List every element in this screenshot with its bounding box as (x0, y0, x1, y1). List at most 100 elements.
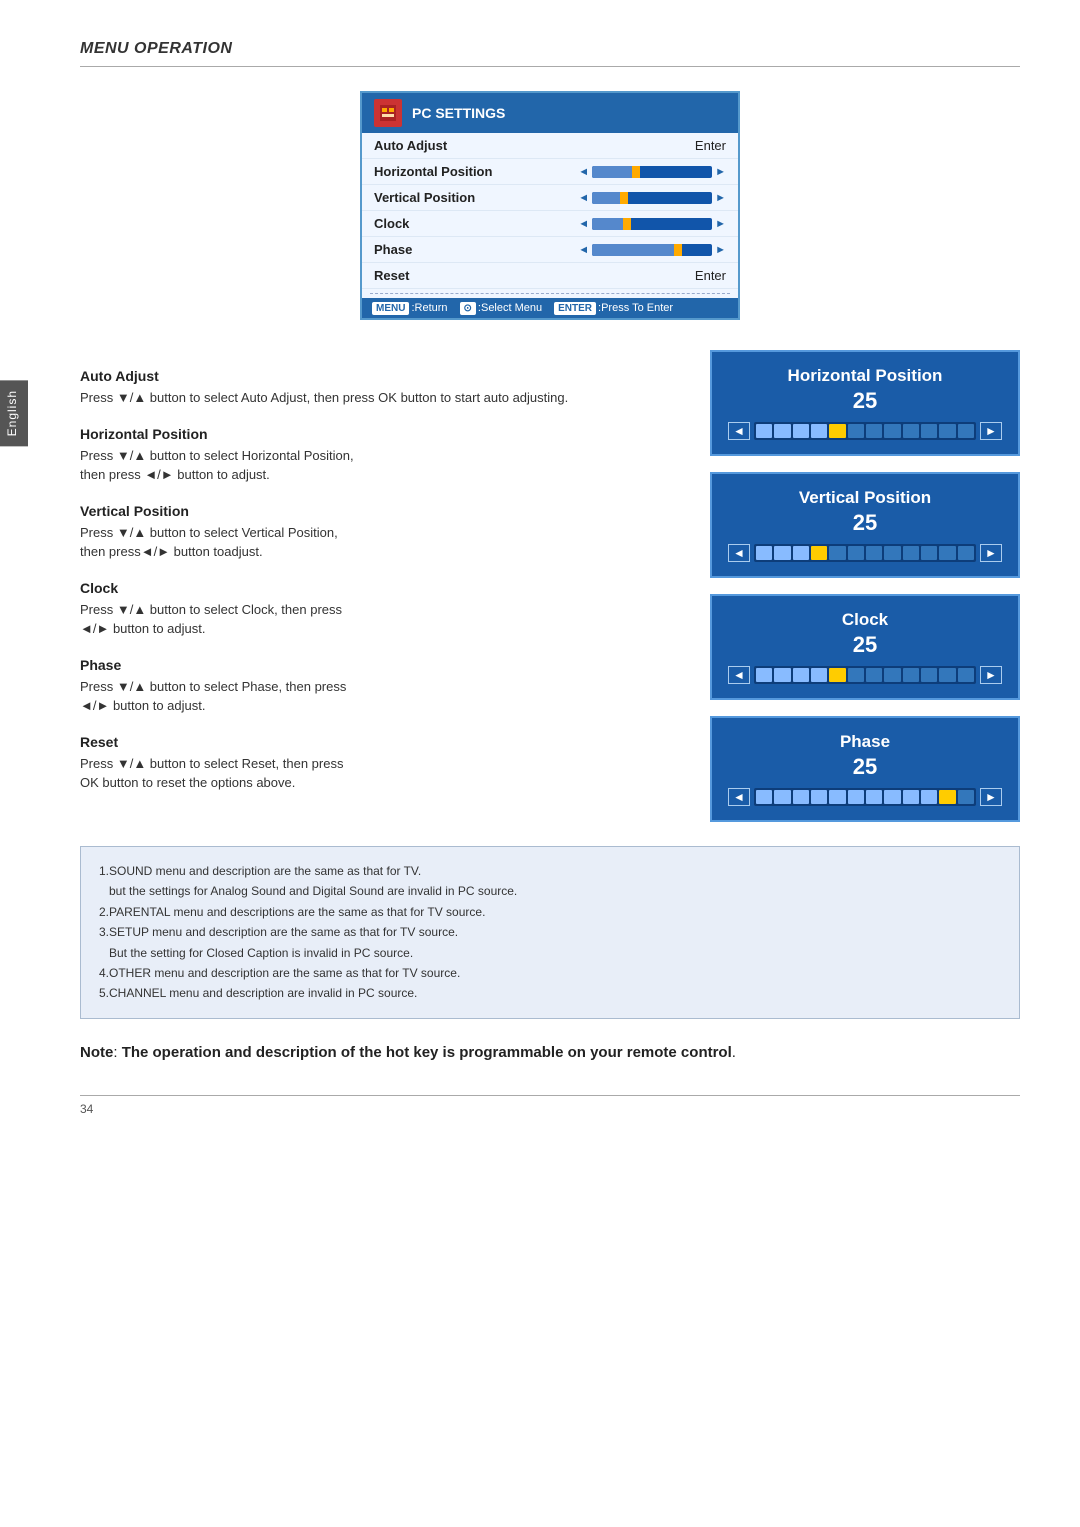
seg (921, 424, 937, 438)
seg (921, 668, 937, 682)
heading-phase: Phase (80, 657, 680, 673)
panel-slider-left-v[interactable]: ◄ (728, 544, 750, 562)
panel-vertical-title: Vertical Position (728, 488, 1002, 508)
seg (903, 424, 919, 438)
slider-fill-c (592, 218, 626, 230)
menu-row-label-phase: Phase (374, 242, 504, 257)
panel-vertical-slider: ◄ (728, 544, 1002, 562)
panel-horizontal-value: 25 (728, 388, 1002, 414)
menu-slider-vertical: ◄ ► (578, 192, 726, 204)
text-horizontal: Press ▼/▲ button to select Horizontal Po… (80, 446, 680, 485)
slider-right-arrow-v: ► (715, 192, 726, 204)
text-clock: Press ▼/▲ button to select Clock, then p… (80, 600, 680, 639)
bold-note-prefix: Note (80, 1044, 113, 1061)
seg (903, 668, 919, 682)
footer-select-key: ⊙:Select Menu (460, 302, 543, 314)
seg (884, 790, 900, 804)
seg (756, 546, 772, 560)
seg (884, 546, 900, 560)
text-vertical: Press ▼/▲ button to select Vertical Posi… (80, 523, 680, 562)
slider-left-arrow-v: ◄ (578, 192, 589, 204)
seg-thumb (939, 790, 955, 804)
content-right: Horizontal Position 25 ◄ (710, 350, 1020, 822)
heading-horizontal: Horizontal Position (80, 426, 680, 442)
note-2: 2.PARENTAL menu and descriptions are the… (99, 902, 1001, 922)
heading-reset: Reset (80, 734, 680, 750)
panel-slider-track-c (754, 666, 976, 684)
menu-row-label-horizontal: Horizontal Position (374, 164, 504, 179)
seg (958, 790, 974, 804)
slider-thumb-c (623, 218, 631, 230)
slider-thumb-v (620, 192, 628, 204)
panel-slider-left-c[interactable]: ◄ (728, 666, 750, 684)
menu-row-phase: Phase ◄ ► (362, 237, 738, 263)
slider-segments-p (754, 788, 976, 806)
heading-auto-adjust: Auto Adjust (80, 368, 680, 384)
panel-slider-left-p[interactable]: ◄ (728, 788, 750, 806)
seg (848, 668, 864, 682)
panel-clock-value: 25 (728, 632, 1002, 658)
page-title: MENU OPERATION (80, 40, 1020, 58)
seg (774, 668, 790, 682)
seg (866, 424, 882, 438)
notes-box: 1.SOUND menu and description are the sam… (80, 846, 1020, 1019)
panel-vertical-value: 25 (728, 510, 1002, 536)
seg (903, 546, 919, 560)
seg (793, 790, 809, 804)
seg (811, 790, 827, 804)
seg (811, 424, 827, 438)
pc-settings-footer: MENU:Return ⊙:Select Menu ENTER:Press To… (362, 298, 738, 318)
footer-enter-key: ENTER:Press To Enter (554, 302, 673, 314)
footer-menu-key: MENU:Return (372, 302, 448, 314)
menu-row-value-auto-adjust: Enter (695, 138, 726, 153)
panel-horizontal-title: Horizontal Position (728, 366, 1002, 386)
menu-row-auto-adjust: Auto Adjust Enter (362, 133, 738, 159)
slider-fill-v (592, 192, 622, 204)
slider-right-arrow: ► (715, 166, 726, 178)
slider-track-p (592, 244, 712, 256)
seg (958, 668, 974, 682)
seg (793, 668, 809, 682)
sidebar-language-label: English (0, 380, 28, 446)
panel-phase-slider: ◄ (728, 788, 1002, 806)
seg (756, 668, 772, 682)
panel-clock-slider: ◄ (728, 666, 1002, 684)
seg-thumb (811, 546, 827, 560)
slider-track (592, 166, 712, 178)
heading-vertical: Vertical Position (80, 503, 680, 519)
seg (939, 668, 955, 682)
note-1: 1.SOUND menu and description are the sam… (99, 861, 1001, 902)
panel-slider-left[interactable]: ◄ (728, 422, 750, 440)
panel-slider-right-v[interactable]: ► (980, 544, 1002, 562)
seg (958, 546, 974, 560)
bottom-divider (80, 1095, 1020, 1096)
seg (939, 546, 955, 560)
menu-slider-horizontal: ◄ ► (578, 166, 726, 178)
menu-icon (374, 99, 402, 127)
menu-row-label-auto-adjust: Auto Adjust (374, 138, 504, 153)
seg (866, 790, 882, 804)
slider-thumb (632, 166, 640, 178)
pc-settings-title: PC SETTINGS (412, 105, 505, 121)
panel-phase: Phase 25 ◄ (710, 716, 1020, 822)
panel-horizontal: Horizontal Position 25 ◄ (710, 350, 1020, 456)
slider-segments (754, 422, 976, 440)
panel-slider-right-c[interactable]: ► (980, 666, 1002, 684)
slider-right-arrow-c: ► (715, 218, 726, 230)
panel-slider-right-p[interactable]: ► (980, 788, 1002, 806)
slider-left-arrow-p: ◄ (578, 244, 589, 256)
pc-settings-menu-box: PC SETTINGS Auto Adjust Enter Horizontal… (360, 91, 740, 320)
slider-left-arrow-c: ◄ (578, 218, 589, 230)
panel-phase-title: Phase (728, 732, 1002, 752)
menu-row-vertical: Vertical Position ◄ ► (362, 185, 738, 211)
panel-clock-title: Clock (728, 610, 1002, 630)
slider-segments-v (754, 544, 976, 562)
menu-row-label-clock: Clock (374, 216, 504, 231)
panel-slider-right[interactable]: ► (980, 422, 1002, 440)
heading-clock: Clock (80, 580, 680, 596)
seg (884, 668, 900, 682)
seg (848, 546, 864, 560)
panel-phase-value: 25 (728, 754, 1002, 780)
seg-thumb (829, 668, 845, 682)
note-3: 3.SETUP menu and description are the sam… (99, 922, 1001, 963)
